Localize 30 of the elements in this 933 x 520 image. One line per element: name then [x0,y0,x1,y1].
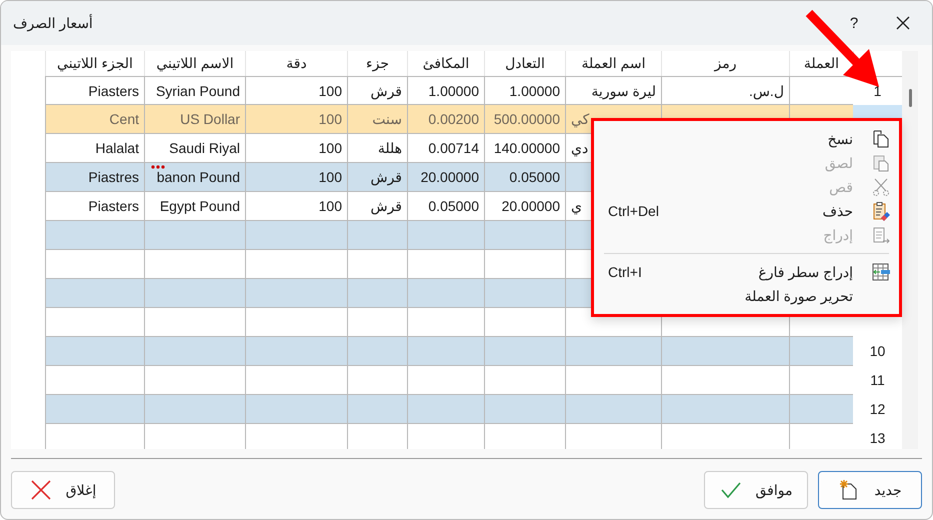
table-row[interactable]: 10 [45,337,902,366]
row-number[interactable]: 12 [853,395,902,424]
paste-icon [871,153,891,173]
scrollbar-thumb[interactable] [909,89,912,107]
column-header[interactable]: رمز [714,55,736,71]
insert-row-icon [871,262,891,282]
table-cell: ل.س. [661,76,789,105]
clipboard-insert-icon [871,225,891,245]
clipboard-eraser-icon [871,201,891,221]
table-row[interactable]: 12 [45,395,902,424]
column-header[interactable]: التعادل [505,55,545,71]
menu-item[interactable]: تحرير صورة العملة [594,284,899,308]
overflow-dots-icon [151,165,165,169]
row-number[interactable]: 10 [853,337,902,366]
window-title: أسعار الصرف [13,14,94,32]
close-icon [30,479,52,501]
column-header[interactable]: المكافئ [422,55,470,71]
column-header[interactable]: جزء [366,55,389,71]
column-header[interactable]: دقة [286,55,307,71]
close-button[interactable]: إغلاق [11,471,115,509]
column-header[interactable]: العملة [804,55,840,71]
new-button[interactable]: جديد [818,471,922,509]
ok-button[interactable]: موافق [704,471,808,509]
help-button[interactable]: ? [834,14,874,32]
column-header[interactable]: اسم العملة [582,55,646,71]
column-header[interactable]: الجزء اللاتيني [57,55,133,71]
copy-icon [871,129,891,149]
close-icon [896,16,910,30]
scissors-icon [871,177,891,197]
column-header[interactable]: الاسم اللاتيني [156,55,234,71]
